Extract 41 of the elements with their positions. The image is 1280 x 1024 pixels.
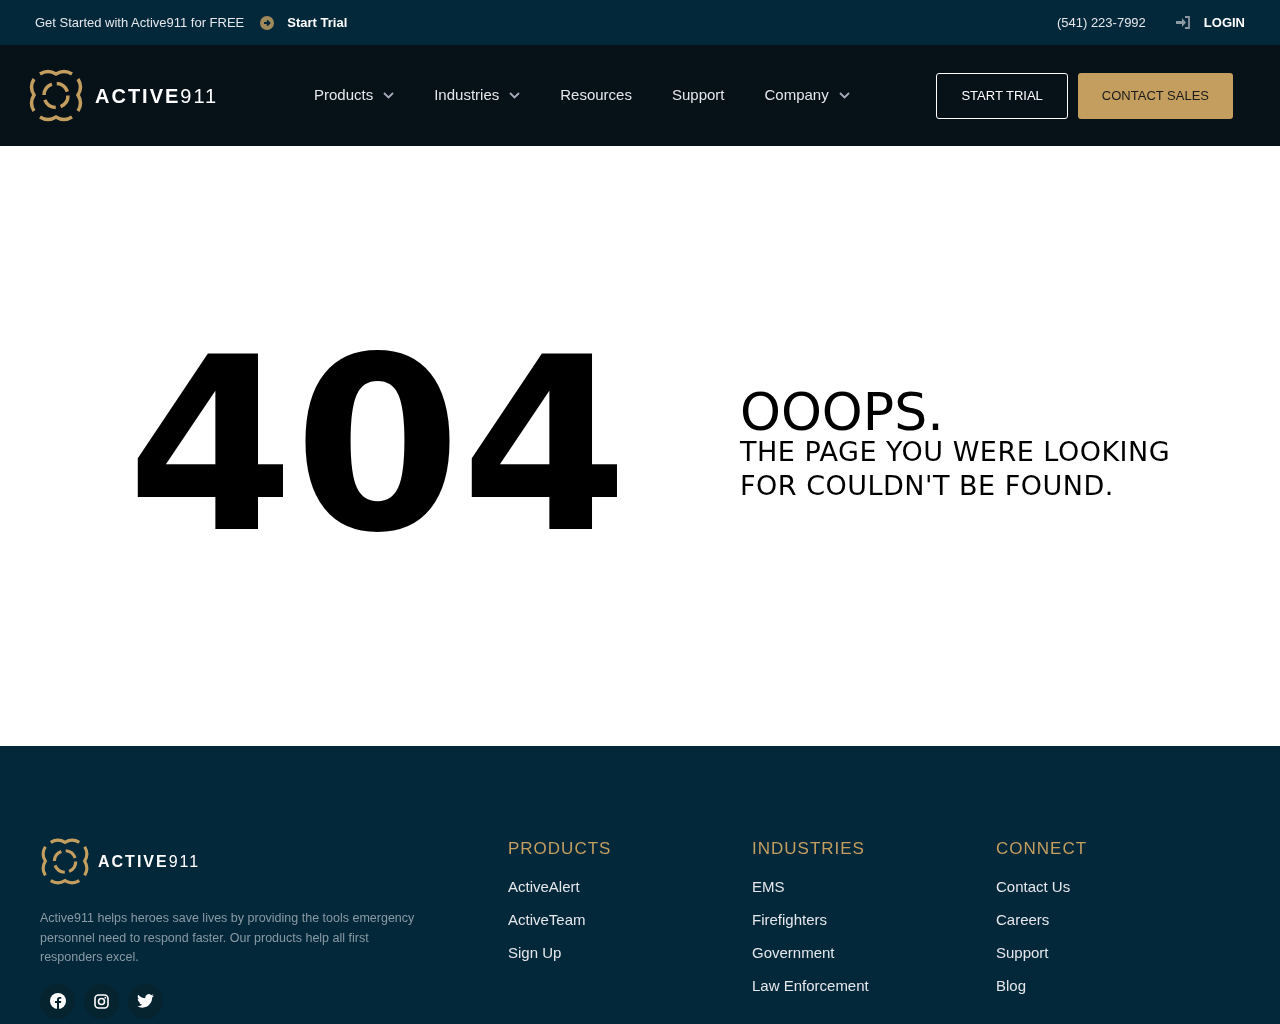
nav-link[interactable]: Resources [560, 84, 632, 107]
contact-sales-button[interactable]: CONTACT SALES [1077, 72, 1233, 119]
facebook-icon [49, 993, 66, 1009]
logo-text: ACTIVE911 [95, 83, 219, 109]
footer-link[interactable]: Law Enforcement [752, 974, 869, 1007]
nav-link[interactable]: Products [314, 84, 395, 107]
social-link[interactable] [128, 983, 163, 1019]
footer-link[interactable]: Firefighters [752, 908, 828, 941]
footer-link[interactable]: Careers [996, 908, 1050, 941]
about-text: Active911 helps heroes save lives by providing the tools emergency personnel need to respond faster. Our products help all first responders excel. [40, 910, 416, 966]
error-title: OOOPS. [740, 389, 945, 435]
nav-link[interactable]: Support [671, 84, 725, 107]
footer-link[interactable]: Contact Us [996, 875, 1071, 908]
arrow-circle-icon [260, 15, 275, 30]
login-icon [1175, 16, 1191, 29]
column-heading: CONNECT [996, 838, 1089, 860]
footer-link[interactable]: Support [996, 941, 1049, 974]
phone-number: (541) 223-7992 [1056, 13, 1146, 32]
logo-text: ACTIVE911 [98, 851, 201, 872]
error-code: 404 [126, 326, 629, 566]
twitter-icon [137, 994, 154, 1008]
nav-link[interactable]: Company [764, 84, 850, 107]
column-heading: PRODUCTS [508, 838, 613, 860]
start-trial-button[interactable]: START TRIAL [936, 72, 1068, 119]
instagram-icon [94, 993, 109, 1009]
footer-link[interactable]: Sign Up [508, 941, 562, 974]
column-heading: INDUSTRIES [752, 838, 866, 860]
footer-link[interactable]: Blog [996, 974, 1027, 1007]
login-link[interactable]: LOGIN [1203, 12, 1245, 33]
footer-link[interactable]: EMS [752, 875, 785, 908]
logo-icon [28, 67, 84, 124]
footer-link[interactable]: Government [752, 941, 835, 974]
logo-icon [40, 836, 90, 887]
nav-link[interactable]: Industries [434, 84, 521, 107]
start-trial-link[interactable]: Start Trial [287, 12, 348, 33]
social-link[interactable] [84, 983, 119, 1019]
footer-link[interactable]: ActiveAlert [508, 875, 580, 908]
footer-link[interactable]: ActiveTeam [508, 908, 586, 941]
promo-text: Get Started with Active911 for FREE [35, 13, 245, 32]
error-message: THE PAGE YOU WERE LOOKING FOR COULDN'T BE FOUND. [740, 435, 1172, 503]
social-link[interactable] [40, 983, 75, 1019]
